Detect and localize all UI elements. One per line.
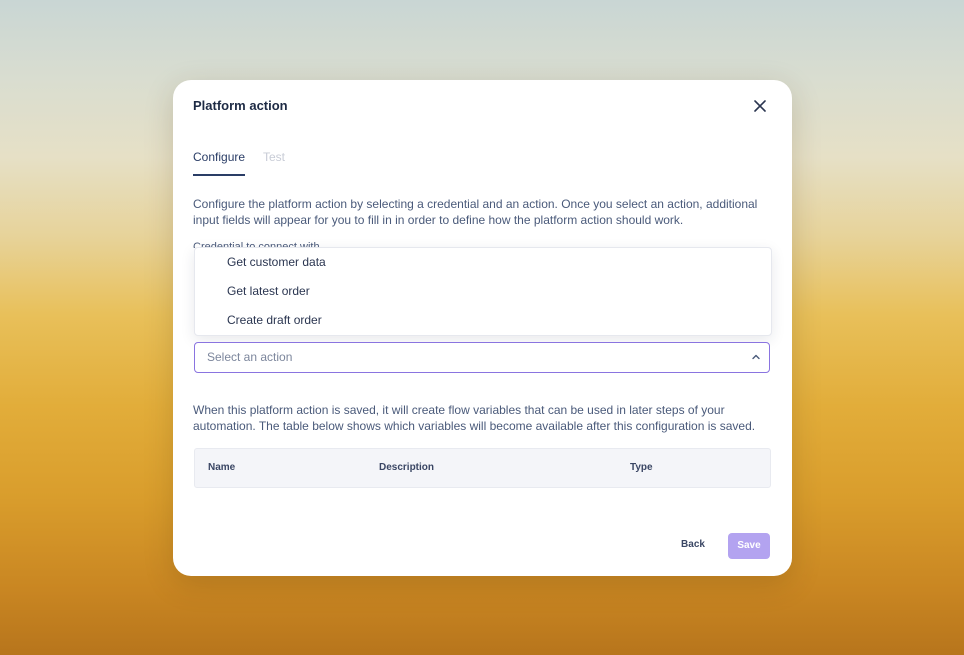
option-get-latest-order[interactable]: Get latest order (195, 277, 771, 306)
action-select-placeholder: Select an action (207, 350, 293, 364)
save-button[interactable]: Save (728, 533, 770, 559)
close-icon (754, 100, 766, 112)
tab-configure[interactable]: Configure (193, 150, 246, 176)
option-create-draft-order[interactable]: Create draft order (195, 306, 771, 335)
chevron-up-icon (752, 354, 760, 360)
intro-text: Configure the platform action by selecti… (193, 197, 758, 227)
column-header-name[interactable]: Name (208, 449, 235, 487)
column-header-type[interactable]: Type (630, 449, 653, 487)
action-dropdown-menu: Get customer data Get latest order Creat… (194, 247, 772, 336)
close-button[interactable] (750, 96, 770, 116)
column-header-description[interactable]: Description (379, 449, 434, 487)
variables-text: When this platform action is saved, it w… (193, 403, 756, 433)
option-get-customer-data[interactable]: Get customer data (195, 248, 771, 277)
action-select[interactable]: Select an action (194, 342, 770, 373)
back-button[interactable]: Back (673, 532, 713, 558)
variables-table: Name Description Type (194, 448, 771, 488)
platform-action-modal: Platform action Configure Test Configure… (173, 80, 792, 576)
tab-test[interactable]: Test (263, 150, 285, 164)
modal-title: Platform action (193, 98, 288, 113)
